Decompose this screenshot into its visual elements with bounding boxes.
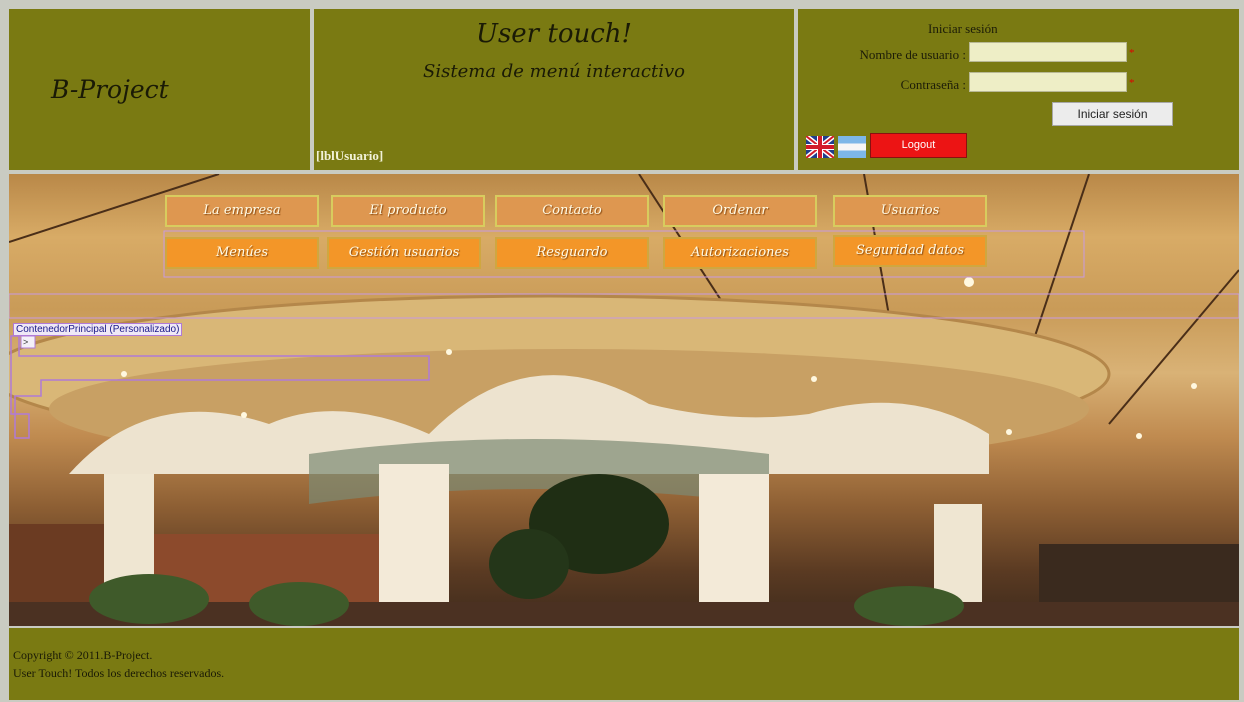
login-button[interactable]: Iniciar sesión: [1052, 102, 1173, 126]
footer: Copyright © 2011.B-Project. User Touch! …: [9, 628, 1239, 700]
argentina-flag-icon[interactable]: [838, 136, 866, 158]
username-label: Nombre de usuario :: [859, 47, 966, 62]
app-title: User touch!: [476, 19, 632, 49]
username-required-marker: *: [1129, 47, 1135, 59]
menu-contacto[interactable]: Contacto: [495, 195, 649, 227]
container-designer-label: ContenedorPrincipal (Personalizado): [13, 323, 183, 336]
uk-flag-icon[interactable]: [806, 136, 834, 158]
password-label: Contraseña :: [900, 77, 966, 92]
password-required-marker: *: [1129, 77, 1135, 89]
login-panel: Iniciar sesión Nombre de usuario : * Con…: [798, 9, 1239, 170]
container-toggle-icon[interactable]: >: [23, 337, 28, 347]
logo-panel: B-Project: [9, 9, 310, 170]
user-label: [lblUsuario]: [316, 148, 384, 163]
hero-background: ContenedorPrincipal (Personalizado) > La…: [9, 174, 1239, 626]
menu-autorizaciones[interactable]: Autorizaciones: [663, 237, 817, 269]
footer-rights: User Touch! Todos los derechos reservado…: [13, 666, 225, 680]
title-panel: User touch! Sistema de menú interactivo …: [314, 9, 794, 170]
menu-ordenar[interactable]: Ordenar: [663, 195, 817, 227]
menu-gestion-usuarios[interactable]: Gestión usuarios: [327, 237, 481, 269]
menu-seguridad-datos[interactable]: Seguridad datos: [833, 235, 987, 267]
login-title: Iniciar sesión: [928, 21, 998, 36]
menu-el-producto[interactable]: El producto: [331, 195, 485, 227]
menu-menues[interactable]: Menúes: [165, 237, 319, 269]
menu-usuarios[interactable]: Usuarios: [833, 195, 987, 227]
app-subtitle: Sistema de menú interactivo: [423, 61, 685, 82]
password-input[interactable]: [969, 72, 1127, 92]
logo-text: B-Project: [51, 75, 169, 104]
menu-resguardo[interactable]: Resguardo: [495, 237, 649, 269]
footer-copyright: Copyright © 2011.B-Project.: [13, 648, 153, 662]
logout-button[interactable]: Logout: [870, 133, 967, 158]
username-input[interactable]: [969, 42, 1127, 62]
menu-la-empresa[interactable]: La empresa: [165, 195, 319, 227]
